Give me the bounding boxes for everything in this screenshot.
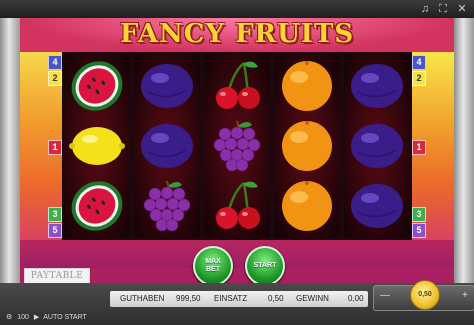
- cherries-symbol: [207, 176, 267, 236]
- play-icon: ▶: [33, 314, 40, 321]
- increase-bet-icon[interactable]: +: [462, 290, 468, 301]
- line-badge-left-4[interactable]: 4: [48, 55, 62, 70]
- reel-2: [134, 54, 200, 238]
- win-label: GEWINN: [296, 294, 329, 303]
- line-badge-left-3[interactable]: 3: [48, 207, 62, 222]
- line-badge-right-3[interactable]: 3: [412, 207, 426, 222]
- plum-symbol: [137, 56, 197, 116]
- fullscreen-icon[interactable]: ⛶: [436, 2, 450, 16]
- max-bet-label-line2: BET: [206, 266, 220, 273]
- cherries-symbol: [207, 56, 267, 116]
- autostart-label: AUTO START: [43, 314, 87, 321]
- plum-symbol: [347, 116, 407, 176]
- control-band: [20, 240, 454, 268]
- grapes-symbol: [207, 116, 267, 176]
- autostart-count: 100: [17, 314, 29, 321]
- line-badge-right-2[interactable]: 2: [412, 71, 426, 86]
- orange-symbol: [277, 56, 337, 116]
- top-bar: ♫ ⛶ ✕: [0, 0, 474, 18]
- watermelon-symbol: [67, 176, 127, 236]
- reel-1: [64, 54, 130, 238]
- credit-display: GUTHABEN 999,50 EINSATZ 0,50 GEWINN 0,00: [110, 291, 368, 307]
- start-button[interactable]: START: [245, 246, 285, 286]
- max-bet-button[interactable]: MAX BET: [193, 246, 233, 286]
- orange-symbol: [277, 116, 337, 176]
- grapes-symbol: [137, 176, 197, 236]
- left-chrome-frame: [0, 18, 20, 283]
- bet-value: 0,50: [268, 294, 284, 303]
- line-badge-left-2[interactable]: 2: [48, 71, 62, 86]
- max-bet-label: MAX BET: [205, 258, 221, 274]
- line-badge-right-5[interactable]: 5: [412, 223, 426, 238]
- right-chrome-frame: [454, 18, 474, 283]
- line-badge-right-1[interactable]: 1: [412, 140, 426, 155]
- autostart-control[interactable]: ⚙ 100 ▶ AUTO START: [6, 313, 87, 321]
- sound-icon[interactable]: ♫: [418, 2, 432, 16]
- watermelon-symbol: [67, 56, 127, 116]
- orange-symbol: [277, 176, 337, 236]
- coin-value: 0,50: [410, 280, 440, 310]
- bet-label: EINSATZ: [214, 294, 248, 303]
- close-icon[interactable]: ✕: [455, 2, 469, 16]
- max-bet-label-line1: MAX: [205, 258, 221, 265]
- line-badge-left-1[interactable]: 1: [48, 140, 62, 155]
- plum-symbol: [137, 116, 197, 176]
- reels-frame: [62, 52, 412, 240]
- line-badge-left-5[interactable]: 5: [48, 223, 62, 238]
- settings-icon[interactable]: ⚙: [6, 314, 12, 321]
- bet-selector: — 0,50 +: [373, 280, 474, 311]
- plum-symbol: [347, 176, 407, 236]
- line-badge-right-4[interactable]: 4: [412, 55, 426, 70]
- credit-value: 999,50: [176, 294, 201, 303]
- reel-3: [204, 54, 270, 238]
- paytable-button[interactable]: PAYTABLE: [24, 268, 90, 284]
- win-value: 0,00: [348, 294, 364, 303]
- decrease-bet-icon[interactable]: —: [380, 290, 390, 301]
- lemon-symbol: [67, 116, 127, 176]
- reel-5: [344, 54, 410, 238]
- plum-symbol: [347, 56, 407, 116]
- game-title: FANCY FRUITS: [119, 19, 355, 49]
- reel-4: [274, 54, 340, 238]
- credit-label: GUTHABEN: [120, 294, 165, 303]
